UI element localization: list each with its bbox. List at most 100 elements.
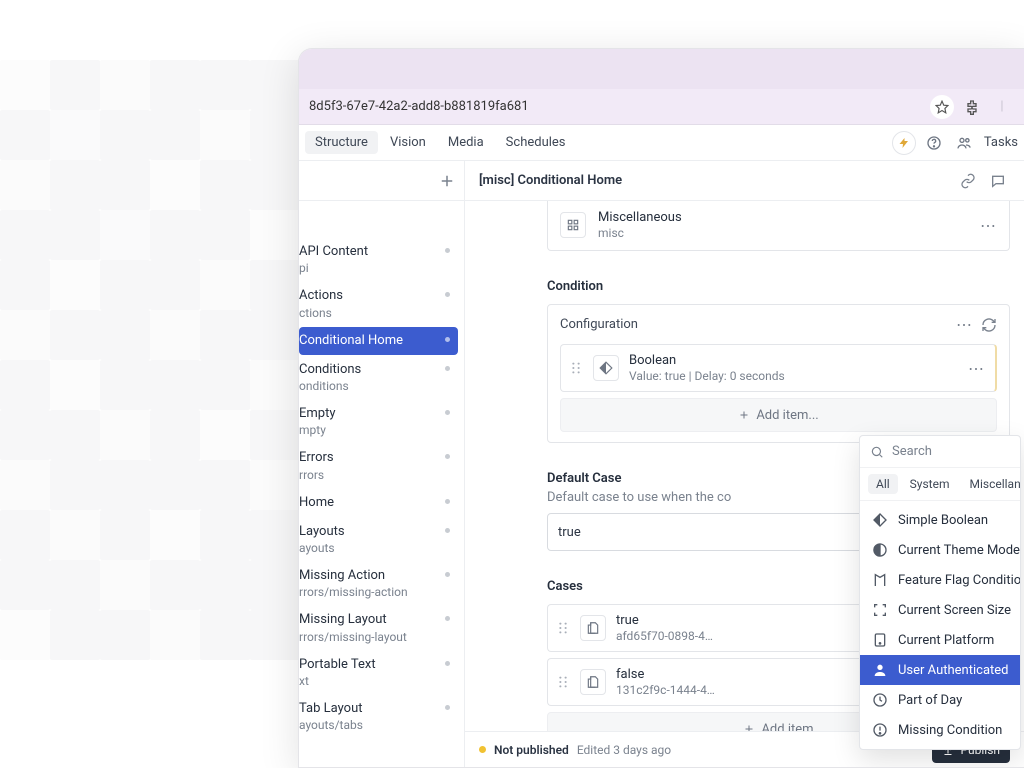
popover-item[interactable]: User Authenticated: [860, 655, 1020, 685]
popover-item[interactable]: Missing Condition: [860, 715, 1020, 745]
tasks-link[interactable]: Tasks: [984, 135, 1018, 150]
condition-item-title: Boolean: [629, 353, 958, 368]
status-dot-icon: [445, 337, 450, 342]
sidebar-item[interactable]: Portable Textxt: [299, 651, 458, 694]
device-icon: [872, 632, 888, 648]
popover-item-label: User Authenticated: [898, 663, 1009, 678]
type-sub: misc: [598, 226, 968, 240]
condition-item[interactable]: Boolean Value: true | Delay: 0 seconds ⋯: [560, 344, 997, 392]
sidebar-item[interactable]: Home: [299, 489, 458, 517]
sidebar-item-title: Missing Layout: [299, 612, 448, 628]
type-card[interactable]: Miscellaneous misc ⋯: [547, 201, 1010, 251]
tab-schedules[interactable]: Schedules: [496, 131, 576, 154]
add-condition-label: Add item...: [756, 408, 818, 423]
sidebar-item-sub: rrors: [299, 468, 448, 482]
sidebar-item[interactable]: Errorsrrors: [299, 444, 458, 487]
condition-item-sub: Value: true | Delay: 0 seconds: [629, 369, 958, 383]
help-icon[interactable]: [922, 131, 946, 155]
status-dot-icon: [445, 292, 450, 297]
document-pane: [misc] Conditional Home Miscel: [465, 161, 1024, 767]
status-dot-icon: [445, 616, 450, 621]
sidebar-item[interactable]: Conditional Home: [299, 327, 458, 355]
status-dot-icon: [479, 746, 486, 753]
sidebar-item-sub: ayouts: [299, 541, 448, 555]
sidebar-item[interactable]: Tab Layoutayouts/tabs: [299, 695, 458, 738]
status-dot-icon: [445, 454, 450, 459]
publish-status: Not published: [494, 743, 569, 757]
popover-item-label: Current Theme Mode: [898, 543, 1020, 558]
popover-tab-all[interactable]: All: [868, 474, 898, 494]
boolean-icon: [593, 355, 619, 381]
star-icon[interactable]: [930, 95, 954, 119]
sidebar-item[interactable]: Layoutsayouts: [299, 518, 458, 561]
condition-section-label: Condition: [547, 279, 1010, 294]
flag-icon: [872, 572, 888, 588]
popover-item-label: Part of Day: [898, 693, 962, 708]
sidebar-item[interactable]: Conditionsonditions: [299, 356, 458, 399]
popover-item[interactable]: Part of Day: [860, 685, 1020, 715]
extensions-icon[interactable]: [960, 95, 984, 119]
sidebar-item[interactable]: Actionsctions: [299, 282, 458, 325]
popover-search[interactable]: Search: [860, 436, 1020, 468]
link-icon[interactable]: [960, 173, 980, 189]
sidebar-item[interactable]: Missing Layoutrrors/missing-layout: [299, 606, 458, 649]
popover-item[interactable]: Current Theme Mode: [860, 535, 1020, 565]
comments-icon[interactable]: [990, 173, 1010, 189]
contrast-icon: [872, 542, 888, 558]
sidebar-item-title: API Content: [299, 244, 448, 260]
sidebar-item-sub: pi: [299, 261, 448, 275]
tab-structure[interactable]: Structure: [305, 131, 378, 154]
document-title: [misc] Conditional Home: [479, 173, 622, 188]
sidebar-item-sub: rrors/missing-action: [299, 585, 448, 599]
type-menu-icon[interactable]: ⋯: [980, 216, 997, 235]
popover-item-label: Simple Boolean: [898, 513, 988, 528]
document-icon: [580, 615, 606, 641]
status-dot-icon: [445, 499, 450, 504]
sidebar-item-sub: ayouts/tabs: [299, 718, 448, 732]
popover-item-label: Current Platform: [898, 633, 994, 648]
popover-item[interactable]: Simple Boolean: [860, 505, 1020, 535]
tab-media[interactable]: Media: [438, 131, 494, 154]
clock-icon: [872, 692, 888, 708]
sidebar-item[interactable]: API Contentpi: [299, 238, 458, 281]
status-dot-icon: [445, 661, 450, 666]
diamond-icon: [872, 512, 888, 528]
condition-item-menu-icon[interactable]: ⋯: [968, 359, 985, 378]
edited-timestamp: Edited 3 days ago: [577, 743, 671, 757]
users-icon[interactable]: [952, 131, 976, 155]
sidebar-item-sub: onditions: [299, 379, 448, 393]
sidebar-item[interactable]: Missing Actionrrors/missing-action: [299, 562, 458, 605]
sidebar-item-title: Missing Action: [299, 568, 448, 584]
sidebar-item-title: Empty: [299, 406, 448, 422]
popover-item[interactable]: Feature Flag Condition: [860, 565, 1020, 595]
workspace-nav: Structure Vision Media Schedules Tasks: [299, 125, 1024, 161]
warning-icon: [872, 722, 888, 738]
refresh-icon[interactable]: [981, 317, 997, 333]
add-document-icon[interactable]: [438, 172, 456, 190]
configuration-menu-icon[interactable]: ⋯: [956, 315, 973, 334]
search-icon: [870, 445, 884, 459]
sidebar-item-title: Conditional Home: [299, 333, 448, 349]
sidebar-item[interactable]: Emptympty: [299, 400, 458, 443]
popover-item-label: Feature Flag Condition: [898, 573, 1021, 588]
tab-vision[interactable]: Vision: [380, 131, 436, 154]
popover-tab-system[interactable]: System: [902, 474, 958, 494]
drag-handle-icon[interactable]: [571, 361, 583, 375]
user-icon: [872, 662, 888, 678]
popover-tab-misc[interactable]: Miscellaneous: [961, 474, 1021, 494]
frame-icon: [872, 602, 888, 618]
app-window: 8d5f3-67e7-42a2-add8-b881819fa681 | Stru…: [298, 48, 1024, 768]
sidebar-item-title: Home: [299, 495, 448, 511]
document-list-pane: API ContentpiActionsctionsConditional Ho…: [299, 161, 465, 767]
drag-handle-icon[interactable]: [558, 621, 570, 635]
popover-item[interactable]: Current Screen Size: [860, 595, 1020, 625]
status-dot-icon: [445, 705, 450, 710]
add-condition-button[interactable]: Add item...: [560, 398, 997, 432]
popover-search-placeholder: Search: [892, 444, 932, 459]
sidebar-item-title: Portable Text: [299, 657, 448, 673]
popover-item[interactable]: Current Platform: [860, 625, 1020, 655]
status-dot-icon: [445, 248, 450, 253]
status-dot-icon: [445, 366, 450, 371]
drag-handle-icon[interactable]: [558, 675, 570, 689]
bolt-icon[interactable]: [892, 131, 916, 155]
